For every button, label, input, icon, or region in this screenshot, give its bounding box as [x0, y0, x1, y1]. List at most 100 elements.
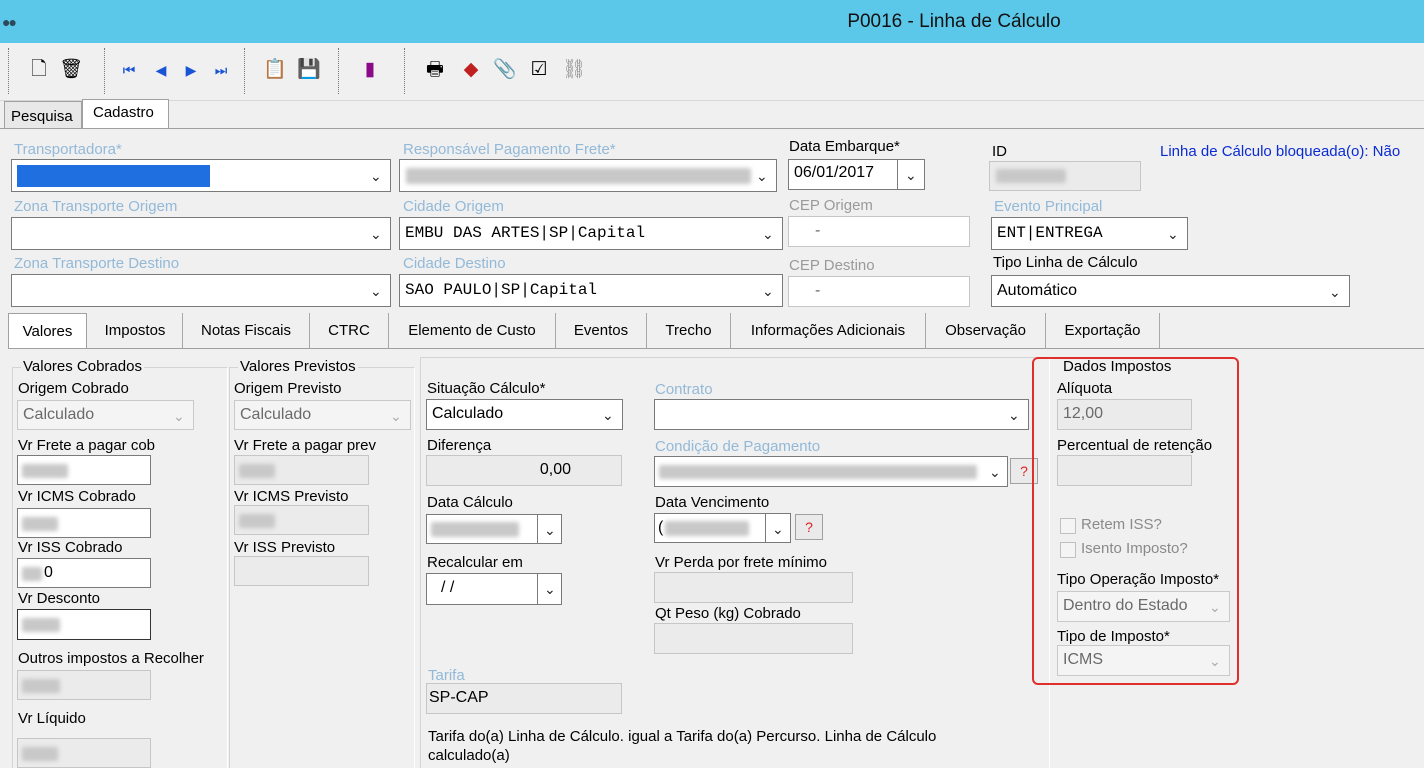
- cidade-origem-select[interactable]: EMBU DAS ARTES|SP|Capital ⌄: [399, 217, 783, 250]
- vencimento-prefix: (: [658, 519, 664, 536]
- last-record-icon[interactable]: ⏭: [208, 57, 234, 83]
- save-icon[interactable]: 💾: [296, 57, 322, 83]
- checklist-icon[interactable]: ☑: [526, 57, 552, 83]
- tab-exportacao[interactable]: Exportação: [1046, 313, 1160, 349]
- tab-impostos[interactable]: Impostos: [88, 313, 183, 349]
- chart-icon[interactable]: ▮: [357, 57, 383, 83]
- redacted-value: [239, 514, 275, 528]
- redacted-value: [239, 464, 275, 478]
- evento-principal-select[interactable]: ENT|ENTREGA ⌄: [991, 217, 1188, 250]
- cep-destino-value: -: [815, 282, 821, 299]
- toolbar-separator: [338, 48, 339, 94]
- diferenca-field: 0,00: [426, 455, 622, 486]
- frete-cob-label: Vr Frete a pagar cob: [18, 437, 156, 454]
- report-icon[interactable]: 📋: [262, 57, 288, 83]
- peso-field: [654, 623, 853, 654]
- isento-label: Isento Imposto?: [1081, 540, 1188, 557]
- tipo-imposto-select[interactable]: ICMS ⌄: [1057, 645, 1230, 676]
- perda-label: Vr Perda por frete mínimo: [655, 554, 828, 571]
- transportadora-select[interactable]: ⌄: [11, 159, 391, 192]
- icms-cob-field[interactable]: [17, 508, 151, 538]
- eraser-icon[interactable]: ◆: [458, 57, 484, 83]
- chevron-down-icon: ⌄: [370, 226, 382, 242]
- condicao-select[interactable]: ⌄: [654, 456, 1008, 487]
- vencimento-label: Data Vencimento: [655, 494, 770, 511]
- tab-ctrc[interactable]: CTRC: [310, 313, 389, 349]
- zona-destino-select[interactable]: ⌄: [11, 274, 391, 307]
- zona-origem-select[interactable]: ⌄: [11, 217, 391, 250]
- recalcular-value: / /: [441, 579, 455, 596]
- divider: [897, 160, 898, 189]
- tab-label: Observação: [945, 322, 1026, 339]
- dados-impostos-title: Dados Impostos: [1063, 358, 1172, 375]
- attach-icon[interactable]: 📎: [492, 57, 518, 83]
- redacted-value: [22, 747, 58, 761]
- data-embarque-picker[interactable]: 06/01/2017 ⌄: [788, 159, 925, 190]
- cep-destino-field[interactable]: -: [788, 276, 970, 307]
- window-title: P0016 - Linha de Cálculo: [847, 11, 1061, 32]
- iss-cob-field[interactable]: 0: [17, 558, 151, 588]
- desconto-label: Vr Desconto: [18, 590, 100, 607]
- chevron-down-icon: ⌄: [370, 168, 382, 184]
- tab-trecho[interactable]: Trecho: [647, 313, 731, 349]
- data-calculo-picker[interactable]: ⌄: [426, 514, 562, 544]
- tab-elemento-custo[interactable]: Elemento de Custo: [389, 313, 556, 349]
- cep-destino-label: CEP Destino: [789, 257, 875, 274]
- resp-pagamento-label: Responsável Pagamento Frete*: [403, 141, 616, 158]
- peso-label: Qt Peso (kg) Cobrado: [655, 605, 801, 622]
- origem-cobrado-select[interactable]: Calculado ⌄: [17, 400, 194, 430]
- cidade-destino-select[interactable]: SAO PAULO|SP|Capital ⌄: [399, 274, 783, 307]
- chevron-down-icon: ⌄: [772, 521, 784, 537]
- toolbar-separator: [8, 48, 9, 94]
- origem-previsto-select[interactable]: Calculado ⌄: [234, 400, 411, 430]
- tipo-linha-label: Tipo Linha de Cálculo: [993, 254, 1138, 271]
- contrato-select[interactable]: ⌄: [654, 399, 1029, 430]
- tab-label: Pesquisa: [11, 108, 73, 125]
- tab-informacoes-adicionais[interactable]: Informações Adicionais: [731, 313, 926, 349]
- print-icon[interactable]: 🖶: [422, 57, 448, 83]
- cep-origem-field[interactable]: -: [788, 216, 970, 247]
- retem-iss-checkbox[interactable]: [1060, 518, 1076, 534]
- tab-observacao[interactable]: Observação: [926, 313, 1046, 349]
- liquido-field: [17, 738, 151, 768]
- cep-origem-value: -: [815, 222, 821, 239]
- resp-pagamento-select[interactable]: ⌄: [399, 159, 777, 192]
- new-doc-icon[interactable]: 🗋: [26, 57, 52, 83]
- tab-eventos[interactable]: Eventos: [556, 313, 647, 349]
- chevron-down-icon: ⌄: [989, 464, 1001, 480]
- zona-origem-label: Zona Transporte Origem: [14, 198, 178, 215]
- help-icon: ?: [805, 519, 813, 535]
- liquido-label: Vr Líquido: [18, 710, 86, 727]
- tab-notas-fiscais[interactable]: Notas Fiscais: [183, 313, 310, 349]
- situacao-select[interactable]: Calculado ⌄: [426, 399, 623, 430]
- redacted-value: [22, 618, 60, 632]
- vencimento-picker[interactable]: ( ⌄: [654, 513, 791, 543]
- toolbar-separator: [404, 48, 405, 94]
- cidade-destino-label: Cidade Destino: [403, 255, 506, 272]
- toolbar: 🗋 🗑 ⏮ ◀ ▶ ⏭ 📋 💾 ▮ 🖶 ◆ 📎 ☑ ⛓: [0, 43, 1424, 101]
- recalcular-label: Recalcular em: [427, 554, 523, 571]
- desconto-field[interactable]: [17, 609, 151, 640]
- iss-cob-value: 0: [44, 564, 53, 581]
- chevron-down-icon: ⌄: [544, 581, 556, 597]
- tab-pesquisa[interactable]: Pesquisa: [4, 101, 82, 129]
- first-record-icon[interactable]: ⏮: [116, 57, 142, 83]
- retencao-label: Percentual de retenção: [1057, 437, 1213, 454]
- vencimento-help-button[interactable]: ?: [795, 514, 823, 540]
- recalcular-picker[interactable]: / / ⌄: [426, 573, 562, 605]
- delete-icon[interactable]: 🗑: [58, 57, 84, 83]
- tab-label: Informações Adicionais: [750, 322, 906, 339]
- frete-cob-field[interactable]: [17, 455, 151, 485]
- tab-cadastro[interactable]: Cadastro: [82, 99, 169, 129]
- tab-label: Valores: [22, 323, 73, 340]
- prev-record-icon[interactable]: ◀: [148, 57, 174, 83]
- tab-valores[interactable]: Valores: [8, 313, 87, 349]
- icms-prev-field: [234, 505, 369, 535]
- origem-previsto-value: Calculado: [240, 406, 312, 423]
- link-icon[interactable]: ⛓: [561, 57, 587, 83]
- tab-label: Eventos: [573, 322, 629, 339]
- isento-checkbox[interactable]: [1060, 542, 1076, 558]
- next-record-icon[interactable]: ▶: [178, 57, 204, 83]
- tipo-operacao-select[interactable]: Dentro do Estado ⌄: [1057, 591, 1230, 622]
- tipo-linha-select[interactable]: Automático ⌄: [991, 275, 1350, 307]
